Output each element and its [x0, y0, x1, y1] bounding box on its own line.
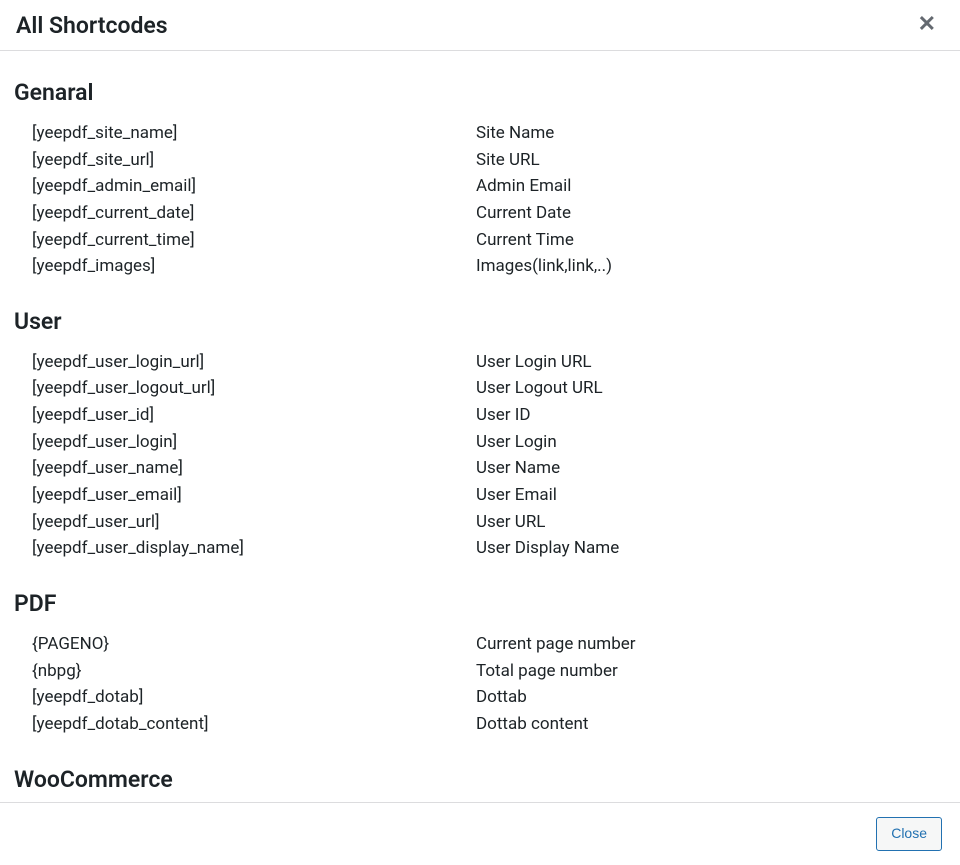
shortcode-desc: Dottab [476, 685, 946, 710]
shortcode-row: [yeepdf_user_id] User ID [14, 402, 946, 429]
shortcode-code: {PAGENO} [14, 632, 476, 657]
section-heading-woocommerce: WooCommerce [14, 766, 946, 793]
shortcode-row: [yeepdf_dotab] Dottab [14, 684, 946, 711]
shortcode-desc: User Email [476, 483, 946, 508]
shortcode-code: [yeepdf_site_url] [14, 148, 476, 173]
shortcode-desc: User URL [476, 510, 946, 535]
shortcode-desc: User ID [476, 403, 946, 428]
shortcode-desc: Current page number [476, 632, 946, 657]
shortcode-desc: User Name [476, 456, 946, 481]
shortcode-code: [yeepdf_images] [14, 254, 476, 279]
shortcode-desc: Current Time [476, 228, 946, 253]
shortcode-row: {PAGENO} Current page number [14, 631, 946, 658]
shortcode-code: [yeepdf_user_url] [14, 510, 476, 535]
shortcode-row: [yeepdf_user_email] User Email [14, 482, 946, 509]
section-heading-pdf: PDF [14, 590, 946, 617]
shortcode-row: {nbpg} Total page number [14, 658, 946, 685]
shortcode-desc: Current Date [476, 201, 946, 226]
shortcode-code: [yeepdf_user_email] [14, 483, 476, 508]
section-user-rows: [yeepdf_user_login_url] User Login URL [… [14, 349, 946, 562]
shortcode-row: [yeepdf_user_login_url] User Login URL [14, 349, 946, 376]
shortcode-desc: User Login [476, 430, 946, 455]
section-pdf-rows: {PAGENO} Current page number {nbpg} Tota… [14, 631, 946, 738]
modal-body[interactable]: Genaral [yeepdf_site_name] Site Name [ye… [0, 51, 960, 802]
shortcode-desc: Site URL [476, 148, 946, 173]
modal-title: All Shortcodes [16, 12, 168, 39]
shortcode-code: [yeepdf_user_login] [14, 430, 476, 455]
shortcode-row: [yeepdf_user_name] User Name [14, 455, 946, 482]
shortcode-code: [yeepdf_dotab_content] [14, 712, 476, 737]
shortcode-code: [yeepdf_site_name] [14, 121, 476, 146]
shortcode-code: {nbpg} [14, 659, 476, 684]
shortcode-desc: Total page number [476, 659, 946, 684]
shortcode-row: [yeepdf_user_url] User URL [14, 509, 946, 536]
shortcode-row: [yeepdf_current_date] Current Date [14, 200, 946, 227]
shortcode-desc: Dottab content [476, 712, 946, 737]
shortcode-code: [yeepdf_dotab] [14, 685, 476, 710]
shortcode-code: [yeepdf_admin_email] [14, 174, 476, 199]
shortcode-row: [yeepdf_current_time] Current Time [14, 227, 946, 254]
shortcode-code: [yeepdf_current_date] [14, 201, 476, 226]
shortcode-code: [yeepdf_user_name] [14, 456, 476, 481]
shortcode-desc: User Display Name [476, 536, 946, 561]
shortcode-desc: Images(link,link,..) [476, 254, 946, 279]
modal-header: All Shortcodes ✕ [0, 0, 960, 51]
shortcode-row: [yeepdf_site_name] Site Name [14, 120, 946, 147]
shortcode-desc: User Login URL [476, 350, 946, 375]
shortcode-desc: Admin Email [476, 174, 946, 199]
close-icon[interactable]: ✕ [910, 10, 944, 40]
shortcode-row: [yeepdf_user_logout_url] User Logout URL [14, 375, 946, 402]
shortcode-row: [yeepdf_images] Images(link,link,..) [14, 253, 946, 280]
shortcode-desc: Site Name [476, 121, 946, 146]
shortcode-code: [yeepdf_user_display_name] [14, 536, 476, 561]
shortcode-row: [yeepdf_dotab_content] Dottab content [14, 711, 946, 738]
shortcode-code: [yeepdf_user_logout_url] [14, 376, 476, 401]
close-button[interactable]: Close [876, 817, 942, 851]
section-heading-general: Genaral [14, 79, 946, 106]
shortcode-desc: User Logout URL [476, 376, 946, 401]
section-general-rows: [yeepdf_site_name] Site Name [yeepdf_sit… [14, 120, 946, 280]
shortcode-code: [yeepdf_user_id] [14, 403, 476, 428]
shortcode-row: [yeepdf_site_url] Site URL [14, 147, 946, 174]
shortcode-code: [yeepdf_current_time] [14, 228, 476, 253]
shortcode-row: [yeepdf_admin_email] Admin Email [14, 173, 946, 200]
shortcode-code: [yeepdf_user_login_url] [14, 350, 476, 375]
modal-footer: Close [0, 802, 960, 865]
shortcode-row: [yeepdf_user_display_name] User Display … [14, 535, 946, 562]
section-heading-user: User [14, 308, 946, 335]
shortcode-row: [yeepdf_user_login] User Login [14, 429, 946, 456]
